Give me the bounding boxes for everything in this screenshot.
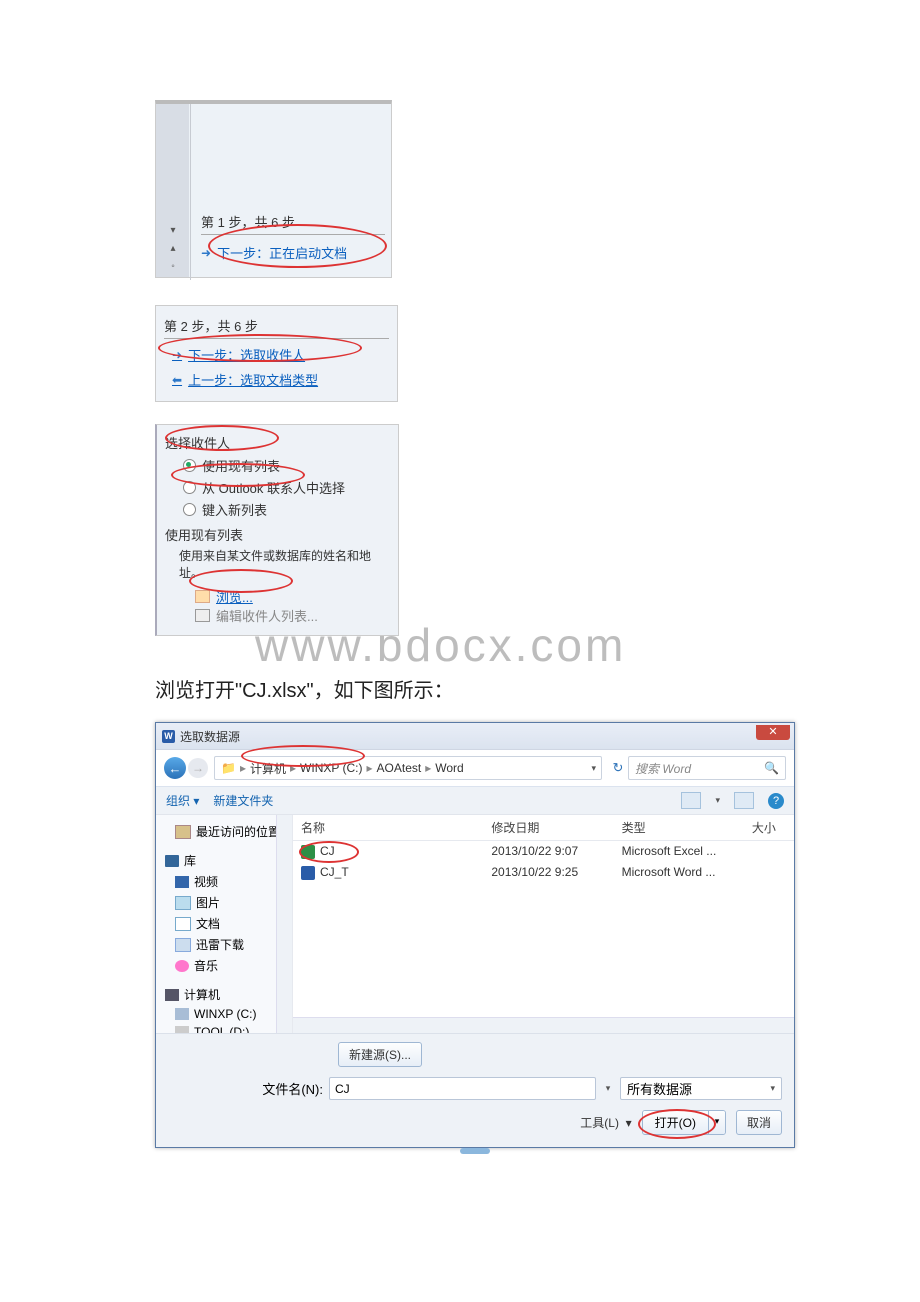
edit-recipients-link[interactable]: 编辑收件人列表... xyxy=(195,606,390,625)
radio-icon xyxy=(183,503,196,516)
next-step-link[interactable]: ➜ 下一步：正在启动文档 xyxy=(201,243,385,262)
picture-icon xyxy=(175,896,191,910)
word-icon xyxy=(301,866,315,880)
filename-input[interactable] xyxy=(329,1077,596,1100)
document-icon xyxy=(175,917,191,931)
nav-music[interactable]: 音乐 xyxy=(159,955,289,976)
next-step-link[interactable]: ➜ 下一步：选取收件人 xyxy=(164,345,389,364)
radio-existing-list[interactable]: 使用现有列表 xyxy=(183,456,390,475)
new-source-button[interactable]: 新建源(S)... xyxy=(338,1042,422,1067)
computer-icon xyxy=(165,989,179,1001)
recent-icon xyxy=(175,825,191,839)
filename-dropdown[interactable]: ▾ xyxy=(602,1083,614,1094)
radio-icon xyxy=(183,481,196,494)
nav-computer[interactable]: 计算机 xyxy=(159,984,289,1005)
radio-outlook[interactable]: 从 Outlook 联系人中选择 xyxy=(183,478,390,497)
folder-icon xyxy=(195,590,210,603)
chevron-down-icon: ▾ xyxy=(770,1083,775,1094)
organize-menu[interactable]: 组织 ▾ xyxy=(166,792,199,809)
library-icon xyxy=(165,855,179,867)
column-headers: 名称 修改日期 类型 大小 xyxy=(293,815,794,841)
nav-docs[interactable]: 文档 xyxy=(159,913,289,934)
wizard-step2-panel: 第 2 步，共 6 步 ➜ 下一步：选取收件人 ⬅ 上一步：选取文档类型 xyxy=(155,305,398,402)
nav-drive-d[interactable]: TOOL (D:) xyxy=(159,1023,289,1033)
breadcrumb[interactable]: 📁 ▸计算机 ▸WINXP (C:) ▸AOAtest ▸Word ▾ xyxy=(214,756,602,780)
help-icon[interactable]: ? xyxy=(768,793,784,809)
arrow-right-icon: ➜ xyxy=(172,348,182,362)
nav-forward-button[interactable]: → xyxy=(188,758,208,778)
search-icon: 🔍 xyxy=(764,761,779,775)
music-icon xyxy=(175,960,189,972)
dialog-titlebar: W 选取数据源 ✕ xyxy=(156,723,794,750)
open-button[interactable]: 打开(O) ▾ xyxy=(642,1110,726,1135)
dialog-footer: 新建源(S)... 文件名(N): ▾ 所有数据源▾ 工具(L) ▾ 打开(O)… xyxy=(156,1033,794,1147)
panel-header: 选择收件人 xyxy=(165,433,390,452)
open-file-dialog: W 选取数据源 ✕ ← → 📁 ▸计算机 ▸WINXP (C:) ▸AOAtes… xyxy=(155,722,795,1148)
filename-label: 文件名(N): xyxy=(168,1079,323,1098)
search-input[interactable]: 搜索 Word 🔍 xyxy=(628,756,786,780)
nav-back-button[interactable]: ← xyxy=(164,757,186,779)
file-row[interactable]: CJ_T 2013/10/22 9:25 Microsoft Word ... xyxy=(293,862,794,883)
step-indicator: 第 2 步，共 6 步 xyxy=(164,316,389,339)
arrow-left-icon: ⬅ xyxy=(172,373,182,387)
view-options-button[interactable] xyxy=(681,792,701,809)
radio-new-list[interactable]: 键入新列表 xyxy=(183,500,390,519)
file-filter[interactable]: 所有数据源▾ xyxy=(620,1077,782,1100)
browse-link[interactable]: 浏览... xyxy=(195,587,390,606)
tools-menu[interactable]: 工具(L) ▾ xyxy=(580,1114,631,1131)
drive-icon xyxy=(175,1008,189,1020)
nav-video[interactable]: 视频 xyxy=(159,871,289,892)
close-button[interactable]: ✕ xyxy=(756,725,790,740)
nav-recent[interactable]: 最近访问的位置 xyxy=(159,821,289,842)
wizard-step1-panel: ▾▴◦ 第 1 步，共 6 步 ➜ 下一步：正在启动文档 xyxy=(155,100,392,278)
download-icon xyxy=(175,938,191,952)
nav-thunder[interactable]: 迅雷下载 xyxy=(159,934,289,955)
subsection-header: 使用现有列表 xyxy=(165,525,390,544)
folder-icon: 📁 xyxy=(221,761,236,775)
resize-handle[interactable] xyxy=(460,1148,490,1154)
refresh-button[interactable]: ↻ xyxy=(608,758,628,778)
dialog-toolbar: 组织 ▾ 新建文件夹 ▾ ? xyxy=(156,787,794,815)
chevron-down-icon: ▾ xyxy=(591,763,596,774)
file-row[interactable]: CJ 2013/10/22 9:07 Microsoft Excel ... xyxy=(293,841,794,862)
dialog-title: 选取数据源 xyxy=(180,728,240,745)
word-icon: W xyxy=(162,730,175,743)
folder-tree: 最近访问的位置 库 视频 图片 文档 迅雷下载 音乐 计算机 WINXP (C:… xyxy=(156,815,293,1033)
col-date[interactable]: 修改日期 xyxy=(483,815,613,841)
dialog-nav: ← → 📁 ▸计算机 ▸WINXP (C:) ▸AOAtest ▸Word ▾ … xyxy=(156,750,794,787)
preview-pane-button[interactable] xyxy=(734,792,754,809)
excel-icon xyxy=(301,845,315,859)
scrollbar[interactable] xyxy=(293,1017,794,1033)
file-list: 名称 修改日期 类型 大小 CJ 2013/10/22 9:07 Microso… xyxy=(293,815,794,1033)
col-type[interactable]: 类型 xyxy=(614,815,744,841)
nav-drive-c[interactable]: WINXP (C:) xyxy=(159,1005,289,1023)
open-dropdown[interactable]: ▾ xyxy=(708,1111,725,1134)
edit-icon xyxy=(195,609,210,622)
col-name[interactable]: 名称 xyxy=(293,815,483,841)
radio-icon xyxy=(183,459,196,472)
prev-step-label: 上一步：选取文档类型 xyxy=(188,370,318,389)
select-recipients-panel: 选择收件人 使用现有列表 从 Outlook 联系人中选择 键入新列表 使用现有… xyxy=(155,424,399,636)
nav-pictures[interactable]: 图片 xyxy=(159,892,289,913)
col-size[interactable]: 大小 xyxy=(744,815,794,841)
drive-icon xyxy=(175,1026,189,1033)
next-step-label: 下一步：正在启动文档 xyxy=(217,243,347,262)
cancel-button[interactable]: 取消 xyxy=(736,1110,782,1135)
instruction-text: 浏览打开"CJ.xlsx"，如下图所示： xyxy=(155,676,765,706)
video-icon xyxy=(175,876,189,888)
nav-library[interactable]: 库 xyxy=(159,850,289,871)
prev-step-link[interactable]: ⬅ 上一步：选取文档类型 xyxy=(164,370,389,389)
step-indicator: 第 1 步，共 6 步 xyxy=(201,212,385,235)
arrow-right-icon: ➜ xyxy=(201,246,211,260)
subsection-desc: 使用来自某文件或数据库的姓名和地址。 xyxy=(179,547,390,581)
scrollbar[interactable] xyxy=(276,815,292,1033)
new-folder-button[interactable]: 新建文件夹 xyxy=(213,792,273,809)
ruler-markers: ▾▴◦ xyxy=(156,104,191,280)
next-step-label: 下一步：选取收件人 xyxy=(188,345,305,364)
